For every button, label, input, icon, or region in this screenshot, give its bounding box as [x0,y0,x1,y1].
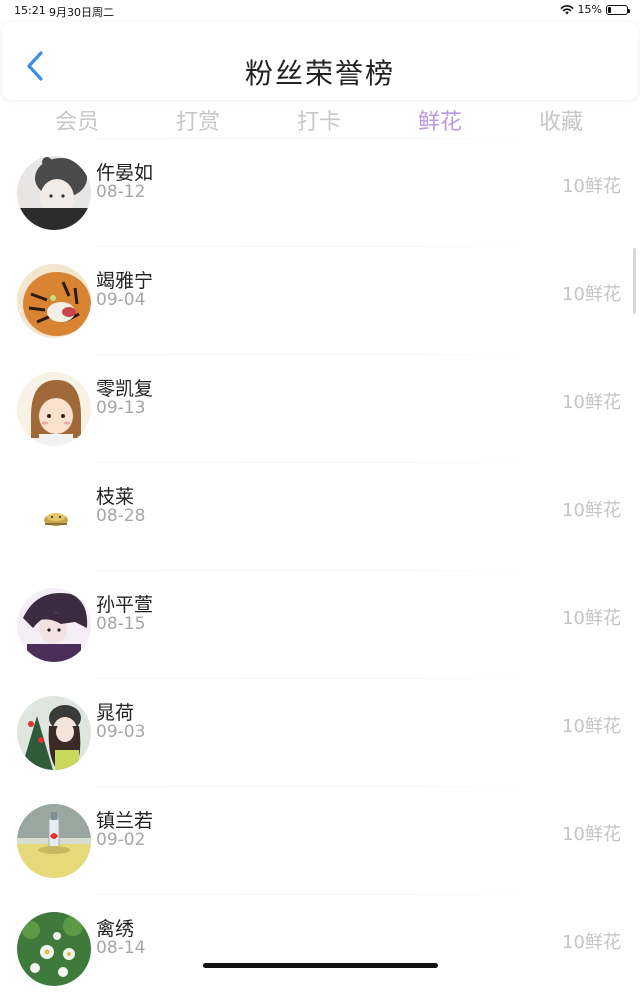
fan-date: 08-28 [96,506,146,526]
battery-icon [606,4,630,15]
tab-reward[interactable]: 打赏 [148,104,248,136]
fan-row[interactable]: 孙平萱 08-15 10鲜花 [0,570,640,678]
fan-name: 孙平萱 [96,594,154,616]
fan-name: 晁荷 [96,702,135,724]
fan-date: 09-04 [96,290,146,310]
row-divider [96,786,548,787]
fan-row[interactable]: 枝莱 08-28 10鲜花 [0,462,640,570]
avatar[interactable] [17,156,91,230]
row-divider [96,570,548,571]
tab-flowers[interactable]: 鲜花 [390,104,490,136]
fan-name: 镇兰若 [96,810,154,832]
fan-date: 08-12 [96,182,146,202]
nav-header: 粉丝荣誉榜 [2,22,638,100]
status-time: 15:21 [14,4,46,17]
fan-amount: 10鲜花 [562,932,621,953]
fan-row[interactable]: 竭雅宁 09-04 10鲜花 [0,246,640,354]
status-bar: 15:21 9月30日周二 15% [0,0,640,20]
fan-name: 禽绣 [96,918,135,940]
fan-amount: 10鲜花 [562,824,621,845]
avatar[interactable] [17,264,91,338]
page-title: 粉丝荣誉榜 [244,57,395,90]
fan-amount: 10鲜花 [562,176,621,197]
fan-date: 08-14 [96,938,146,958]
fan-row[interactable]: 晁荷 09-03 10鲜花 [0,678,640,786]
fan-row[interactable]: 禽绣 08-14 10鲜花 [0,894,640,1002]
home-indicator[interactable] [203,963,438,968]
avatar[interactable] [17,480,91,554]
fan-name: 零凯复 [96,378,154,400]
tab-checkin[interactable]: 打卡 [269,104,369,136]
status-date: 9月30日周二 [49,6,114,19]
scroll-indicator[interactable] [633,248,636,314]
fan-amount: 10鲜花 [562,284,621,305]
fan-name: 仵晏如 [96,162,154,184]
tab-favorites[interactable]: 收藏 [511,104,611,136]
fan-row[interactable]: 零凯复 09-13 10鲜花 [0,354,640,462]
avatar[interactable] [17,696,91,770]
fan-date: 09-02 [96,830,146,850]
status-right: 15% [560,3,630,16]
fan-amount: 10鲜花 [562,608,621,629]
row-divider [96,354,548,355]
fan-date: 09-13 [96,398,146,418]
row-divider [96,138,548,139]
fan-name: 竭雅宁 [96,270,154,292]
row-divider [96,462,548,463]
row-divider [96,678,548,679]
tab-member[interactable]: 会员 [27,104,127,136]
row-divider [96,246,548,247]
fan-row[interactable]: 仵晏如 08-12 10鲜花 [0,138,640,246]
avatar[interactable] [17,588,91,662]
wifi-icon [560,4,574,15]
fan-date: 08-15 [96,614,146,634]
battery-fill [608,6,611,13]
fan-amount: 10鲜花 [562,392,621,413]
fan-amount: 10鲜花 [562,716,621,737]
avatar[interactable] [17,804,91,878]
fan-name: 枝莱 [96,486,135,508]
battery-percent: 15% [577,3,602,16]
tab-bar: 会员 打赏 打卡 鲜花 收藏 [0,104,640,142]
fan-row[interactable]: 镇兰若 09-02 10鲜花 [0,786,640,894]
fan-amount: 10鲜花 [562,500,621,521]
row-divider [96,894,548,895]
fan-date: 09-03 [96,722,146,742]
avatar[interactable] [17,372,91,446]
